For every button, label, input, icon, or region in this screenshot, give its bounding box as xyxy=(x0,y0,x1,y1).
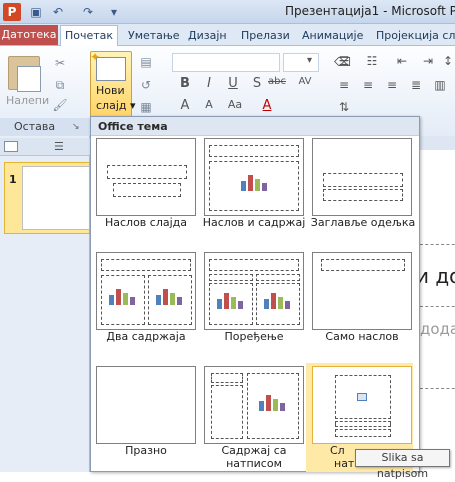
layout-title-content[interactable] xyxy=(204,138,304,216)
line-spacing-icon[interactable]: ↕ xyxy=(440,54,455,68)
justify-icon[interactable]: ≣ xyxy=(408,78,424,92)
layout-content-caption-label-2: натписом xyxy=(226,457,282,470)
cut-icon[interactable]: ✂ xyxy=(52,56,68,70)
slide-title-placeholder[interactable]: и до xyxy=(416,264,455,288)
tab-design[interactable]: Дизајн xyxy=(188,26,227,46)
tab-file[interactable]: Датотека xyxy=(0,25,58,45)
strikethrough-button[interactable]: abc xyxy=(268,76,286,87)
copy-icon[interactable]: ⧉ xyxy=(52,78,68,92)
change-case-button[interactable]: Aa xyxy=(226,98,244,111)
char-spacing-button[interactable]: AV xyxy=(296,76,314,87)
slides-tab-icon[interactable] xyxy=(4,141,18,152)
picture-placeholder-icon xyxy=(357,393,367,401)
increase-indent-icon[interactable]: ⇥ xyxy=(420,54,436,68)
reset-icon[interactable]: ↺ xyxy=(138,78,154,92)
new-slide-label: Нови xyxy=(96,84,125,97)
columns-icon[interactable]: ▥ xyxy=(432,78,448,92)
new-slide-label-2: слајд ▾ xyxy=(96,99,136,112)
layout-title-slide-label: Наслов слајда xyxy=(104,216,188,229)
clipboard-group-label: Остава xyxy=(14,120,56,133)
layout-two-content-label: Два садржаја xyxy=(106,330,186,343)
tab-insert[interactable]: Уметање xyxy=(128,26,180,46)
shadow-button[interactable]: S xyxy=(248,76,266,91)
chevron-down-icon[interactable]: ▾ xyxy=(307,55,312,66)
layout-title-only[interactable] xyxy=(312,252,412,330)
subtitle-placeholder-border xyxy=(420,306,455,307)
slide-canvas[interactable] xyxy=(420,150,455,472)
layout-title-content-label: Наслов и садржај xyxy=(202,216,306,229)
powerpoint-app-icon[interactable]: P xyxy=(3,3,21,21)
paste-label[interactable]: Налепи xyxy=(6,94,49,107)
layout-picture-caption[interactable] xyxy=(312,366,412,444)
subtitle-placeholder-border-bottom xyxy=(420,388,455,389)
undo-icon[interactable]: ↶ xyxy=(50,4,66,20)
slide-number: 1 xyxy=(9,173,17,186)
layout-blank-label: Празно xyxy=(125,444,167,457)
layout-comparison[interactable] xyxy=(204,252,304,330)
shrink-font-button[interactable]: A xyxy=(200,98,218,111)
layout-title-slide[interactable] xyxy=(96,138,196,216)
decrease-indent-icon[interactable]: ⇤ xyxy=(394,54,410,68)
layout-section-header-label: Заглавље одељка xyxy=(310,216,416,229)
font-name-combo[interactable] xyxy=(172,53,280,72)
title-placeholder-border xyxy=(420,244,455,245)
font-size-combo[interactable] xyxy=(283,53,319,72)
align-right-icon[interactable]: ≡ xyxy=(384,78,400,92)
outline-tab-icon[interactable]: ☰ xyxy=(54,140,64,153)
underline-button[interactable]: U xyxy=(224,76,242,91)
new-slide-icon xyxy=(90,50,126,81)
window-title: Презентација1 - Microsoft Pow xyxy=(285,4,455,18)
grow-font-button[interactable]: A xyxy=(176,98,194,113)
gallery-header-label: Office тема xyxy=(98,120,168,133)
layout-content-caption[interactable] xyxy=(204,366,304,444)
layout-comparison-label: Поређење xyxy=(224,330,284,343)
bold-button[interactable]: B xyxy=(176,76,194,91)
layout-title-only-label: Само наслов xyxy=(325,330,399,343)
tab-animations[interactable]: Анимације xyxy=(302,26,363,46)
layout-content-caption-label: Садржај са xyxy=(221,444,287,457)
customize-qat-icon[interactable]: ▾ xyxy=(106,4,122,20)
tooltip: Slika sa natpisom xyxy=(355,449,450,480)
tab-slideshow[interactable]: Пројекција слајд xyxy=(376,26,455,46)
numbering-icon[interactable]: ☷ xyxy=(364,54,380,68)
bullets-icon[interactable]: ☰ xyxy=(336,54,352,68)
content-placeholder-icon xyxy=(241,173,271,191)
save-icon[interactable]: ▣ xyxy=(28,4,44,20)
tab-transitions[interactable]: Прелази xyxy=(241,26,290,46)
dialog-launcher-icon[interactable]: ↘ xyxy=(72,122,80,132)
layout-blank[interactable] xyxy=(96,366,196,444)
italic-button[interactable]: I xyxy=(200,76,218,91)
align-center-icon[interactable]: ≡ xyxy=(360,78,376,92)
align-left-icon[interactable]: ≡ xyxy=(336,78,352,92)
text-direction-icon[interactable]: ⇅ xyxy=(336,100,352,114)
font-color-button[interactable]: A xyxy=(258,98,276,113)
layout-two-content[interactable] xyxy=(96,252,196,330)
layout-icon[interactable]: ▤ xyxy=(138,55,154,69)
section-icon[interactable]: ▦ xyxy=(138,100,154,114)
slide-subtitle-placeholder[interactable]: дода xyxy=(420,320,455,338)
redo-icon[interactable]: ↷ xyxy=(80,4,96,20)
format-painter-icon[interactable]: 🖌 xyxy=(52,98,68,112)
slide-thumbnail[interactable] xyxy=(22,166,90,230)
paste-icon[interactable] xyxy=(8,56,41,92)
tab-home[interactable]: Почетак xyxy=(60,25,118,47)
layout-section-header[interactable] xyxy=(312,138,412,216)
